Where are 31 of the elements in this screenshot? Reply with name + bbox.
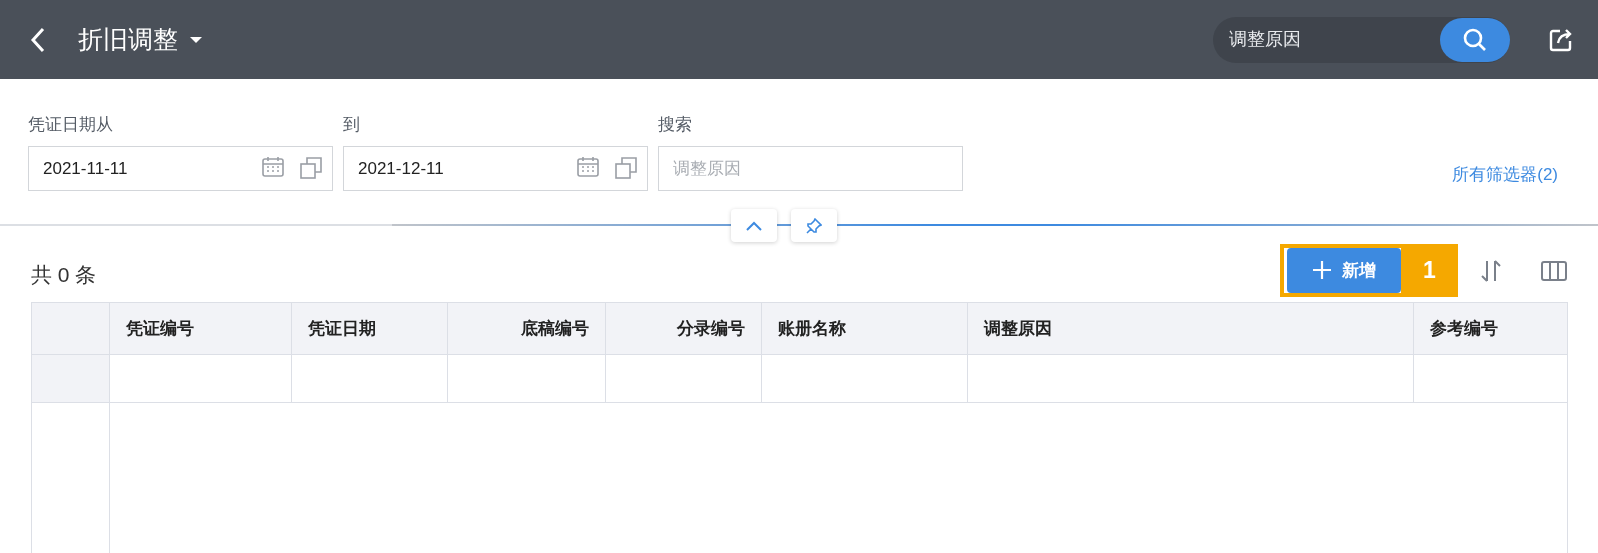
calendar-icon[interactable]: [261, 156, 285, 178]
column-header[interactable]: 分录编号: [605, 302, 762, 355]
search-icon: [1462, 26, 1488, 53]
column-header[interactable]: 底稿编号: [447, 302, 606, 355]
pin-button[interactable]: [791, 209, 837, 242]
collapse-button[interactable]: [731, 209, 777, 242]
add-button[interactable]: 新增: [1287, 247, 1401, 293]
share-icon[interactable]: [1548, 26, 1574, 53]
calendar-icon[interactable]: [576, 156, 600, 178]
column-header[interactable]: 账册名称: [761, 302, 968, 355]
plus-icon: [1312, 260, 1332, 280]
search-button[interactable]: [1440, 17, 1510, 62]
all-filters-link[interactable]: 所有筛选器(2): [1452, 163, 1558, 186]
caret-icon[interactable]: [190, 35, 202, 44]
pin-icon: [806, 217, 822, 234]
record-count: 共 0 条: [31, 262, 97, 288]
chevron-up-icon: [746, 220, 762, 231]
column-header[interactable]: 凭证日期: [291, 302, 448, 355]
copy-icon[interactable]: [299, 156, 323, 180]
search-field[interactable]: 调整原因: [658, 146, 963, 191]
column-header[interactable]: 凭证编号: [109, 302, 292, 355]
filter-label: 到: [343, 114, 360, 136]
page-title[interactable]: 折旧调整: [78, 23, 178, 56]
column-header[interactable]: 调整原因: [967, 302, 1414, 355]
date-field[interactable]: 2021-11-11: [28, 146, 333, 191]
filter-label: 凭证日期从: [28, 114, 113, 136]
columns-icon[interactable]: [1540, 259, 1568, 283]
column-header[interactable]: 参考编号: [1413, 302, 1568, 355]
filter-label: 搜索: [658, 114, 692, 136]
date-field[interactable]: 2021-12-11: [343, 146, 648, 191]
copy-icon[interactable]: [614, 156, 638, 180]
